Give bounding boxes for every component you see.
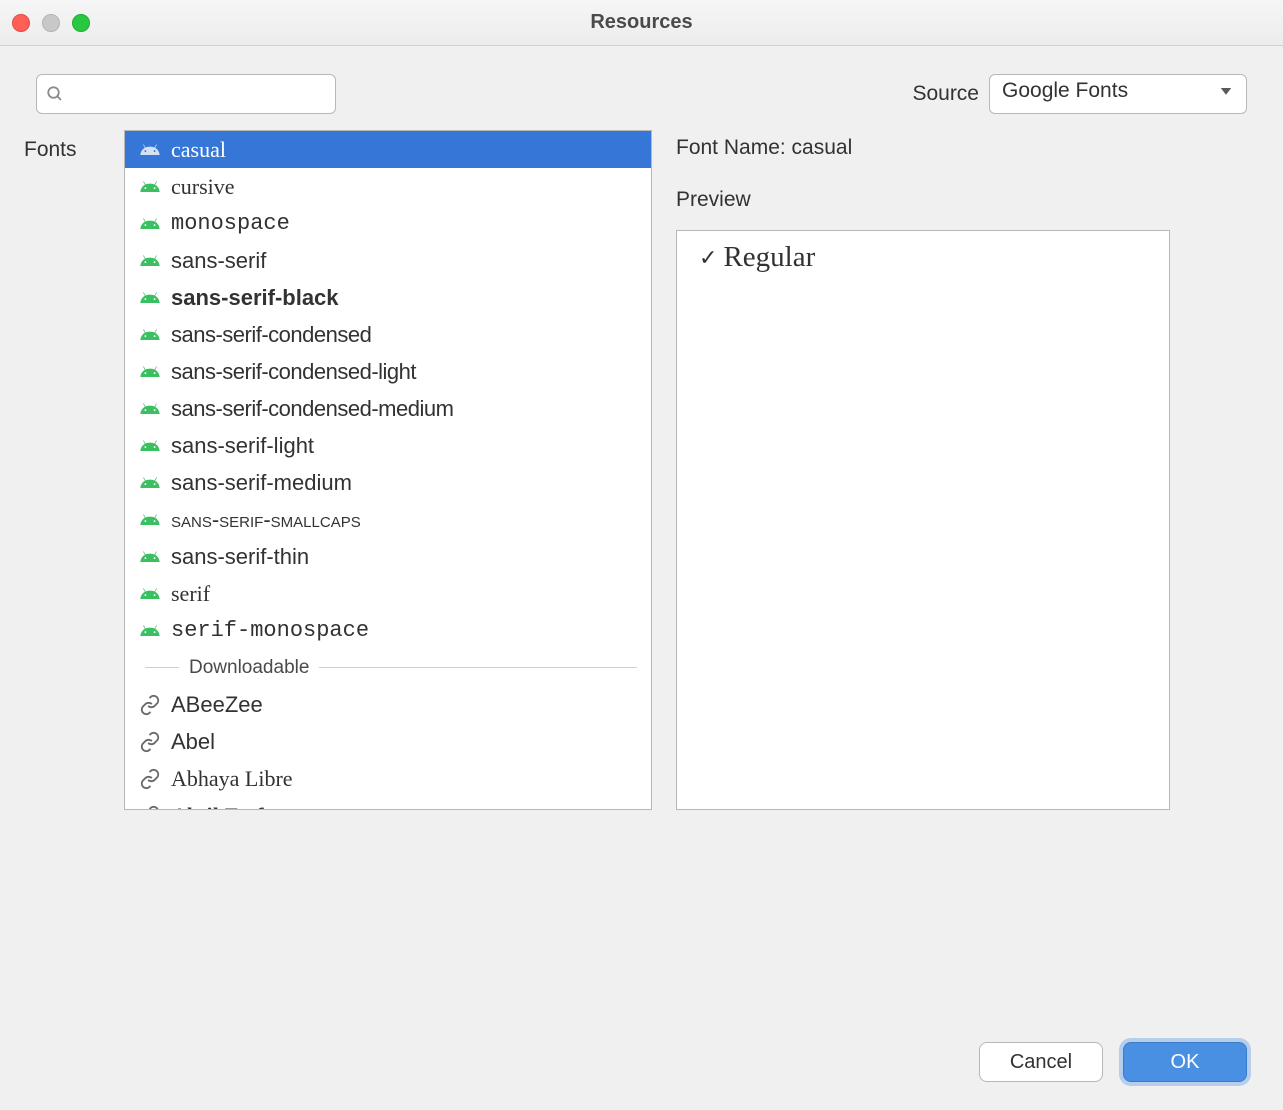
detail-pane: Font Name: casual Preview ✓ Regular — [676, 122, 1263, 810]
font-item[interactable]: sans-serif-condensed — [125, 316, 651, 353]
link-icon — [139, 694, 161, 716]
toolbar: Source Google Fonts — [0, 46, 1283, 122]
search-icon — [46, 85, 64, 103]
font-item-label: sans-serif-thin — [171, 544, 309, 570]
link-icon — [139, 805, 161, 811]
titlebar: Resources — [0, 0, 1283, 46]
ok-button[interactable]: OK — [1123, 1042, 1247, 1082]
font-item[interactable]: serif-monospace — [125, 612, 651, 649]
preview-box: ✓ Regular — [676, 230, 1170, 810]
font-item-label: cursive — [171, 174, 235, 200]
window-title: Resources — [0, 11, 1283, 34]
checkmark-icon: ✓ — [699, 245, 717, 271]
android-icon — [139, 546, 161, 568]
source-select-wrap: Google Fonts — [989, 74, 1247, 114]
preview-style-label: Regular — [723, 241, 815, 274]
android-icon — [139, 472, 161, 494]
font-item-label: serif-monospace — [171, 618, 369, 643]
font-item-label: sans-serif-light — [171, 433, 314, 459]
preview-label: Preview — [676, 188, 1263, 212]
font-item-label: sans-serif-black — [171, 285, 339, 311]
font-item-label: sans-serif-condensed-medium — [171, 396, 453, 422]
link-icon — [139, 731, 161, 753]
font-item[interactable]: casual — [125, 131, 651, 168]
font-name-value: casual — [792, 136, 853, 159]
font-item[interactable]: monospace — [125, 205, 651, 242]
font-item[interactable]: cursive — [125, 168, 651, 205]
font-item-label: ABeeZee — [171, 692, 263, 718]
close-icon[interactable] — [12, 14, 30, 32]
font-name-row: Font Name: casual — [676, 136, 1263, 160]
maximize-icon[interactable] — [72, 14, 90, 32]
android-icon — [139, 361, 161, 383]
preview-style-item[interactable]: ✓ Regular — [699, 241, 1147, 274]
font-item[interactable]: sans-serif — [125, 242, 651, 279]
font-item[interactable]: sans-serif-light — [125, 427, 651, 464]
font-item[interactable]: ABeeZee — [125, 686, 651, 723]
divider-label: Downloadable — [189, 657, 309, 679]
android-icon — [139, 213, 161, 235]
android-icon — [139, 583, 161, 605]
fonts-label: Fonts — [20, 122, 100, 810]
android-icon — [139, 139, 161, 161]
font-item-label: Abril Fatface — [171, 803, 293, 811]
font-item[interactable]: sans-serif-condensed-light — [125, 353, 651, 390]
font-item-label: casual — [171, 137, 226, 163]
font-item-label: monospace — [171, 211, 290, 236]
search-field-wrap — [36, 74, 336, 114]
font-item[interactable]: sans-serif-black — [125, 279, 651, 316]
link-icon — [139, 768, 161, 790]
source-select[interactable]: Google Fonts — [989, 74, 1247, 114]
divider-downloadable: Downloadable — [125, 649, 651, 686]
android-icon — [139, 435, 161, 457]
font-item-label: Abhaya Libre — [171, 766, 293, 792]
minimize-icon[interactable] — [42, 14, 60, 32]
font-item[interactable]: Abril Fatface — [125, 797, 651, 810]
font-item-label: sans-serif-medium — [171, 470, 352, 496]
font-item[interactable]: Abhaya Libre — [125, 760, 651, 797]
font-name-label: Font Name: — [676, 136, 792, 159]
android-icon — [139, 324, 161, 346]
android-icon — [139, 620, 161, 642]
font-item[interactable]: sans-serif-medium — [125, 464, 651, 501]
window-controls — [12, 14, 90, 32]
button-bar: Cancel OK — [979, 1042, 1247, 1082]
search-input[interactable] — [36, 74, 336, 114]
font-item[interactable]: sans-serif-smallcaps — [125, 501, 651, 538]
android-icon — [139, 398, 161, 420]
android-icon — [139, 509, 161, 531]
font-item-label: sans-serif-condensed-light — [171, 359, 416, 385]
android-icon — [139, 250, 161, 272]
android-icon — [139, 176, 161, 198]
font-item[interactable]: serif — [125, 575, 651, 612]
source-label: Source — [912, 82, 979, 106]
font-list[interactable]: casual cursive monospace sans-serif sans-ser… — [124, 130, 652, 810]
font-item-label: sans-serif-smallcaps — [171, 507, 361, 533]
font-item[interactable]: Abel — [125, 723, 651, 760]
font-item-label: Abel — [171, 729, 215, 755]
font-item[interactable]: sans-serif-thin — [125, 538, 651, 575]
font-item-label: serif — [171, 581, 210, 607]
font-item-label: sans-serif-condensed — [171, 322, 371, 348]
content: Fonts casual cursive monospace sans-serif sa… — [0, 122, 1283, 810]
android-icon — [139, 287, 161, 309]
font-item-label: sans-serif — [171, 248, 266, 274]
font-item[interactable]: sans-serif-condensed-medium — [125, 390, 651, 427]
cancel-button[interactable]: Cancel — [979, 1042, 1103, 1082]
